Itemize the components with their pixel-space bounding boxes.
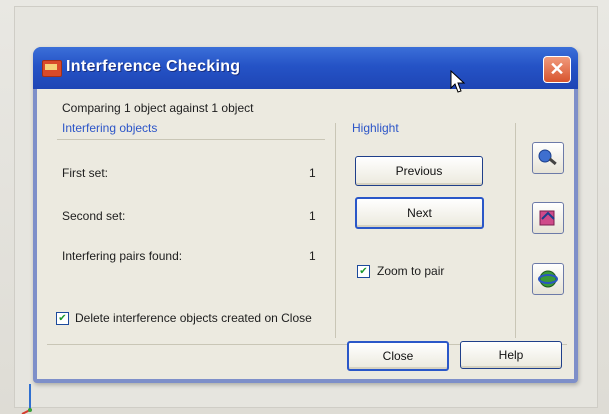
- vertical-divider-right: [515, 123, 516, 338]
- interfering-objects-group-label: Interfering objects: [62, 121, 158, 135]
- group-divider: [57, 139, 325, 140]
- zoom-realtime-button[interactable]: [532, 142, 564, 174]
- comparison-summary: Comparing 1 object against 1 object: [62, 101, 254, 115]
- close-icon[interactable]: ✕: [543, 56, 571, 83]
- interference-checking-dialog: Interference Checking ✕ Comparing 1 obje…: [33, 47, 578, 383]
- zoom-to-pair-checkbox[interactable]: ✔: [357, 265, 370, 278]
- dialog-app-icon: [42, 60, 62, 77]
- next-button[interactable]: Next: [355, 197, 484, 229]
- interfering-pairs-value: 1: [309, 249, 316, 263]
- help-button[interactable]: Help: [460, 341, 562, 369]
- previous-button[interactable]: Previous: [355, 156, 483, 186]
- second-set-value: 1: [309, 209, 316, 223]
- first-set-value: 1: [309, 166, 316, 180]
- second-set-label: Second set:: [62, 209, 126, 223]
- pan-icon: [539, 210, 555, 226]
- dialog-titlebar[interactable]: Interference Checking ✕: [33, 47, 578, 89]
- mouse-cursor-icon: [450, 70, 466, 93]
- ucs-axis-icon: [21, 384, 32, 414]
- pan-button[interactable]: [532, 202, 564, 234]
- delete-interference-checkbox[interactable]: ✔: [56, 312, 69, 325]
- 3d-orbit-button[interactable]: [532, 263, 564, 295]
- close-button[interactable]: Close: [347, 341, 449, 371]
- highlight-group-label: Highlight: [352, 121, 399, 135]
- vertical-divider: [335, 123, 336, 338]
- 3d-orbit-icon: [538, 270, 558, 288]
- first-set-label: First set:: [62, 166, 109, 180]
- zoom-to-pair-label: Zoom to pair: [377, 264, 445, 278]
- zoom-realtime-icon: [538, 149, 557, 166]
- interfering-pairs-label: Interfering pairs found:: [62, 249, 183, 263]
- delete-interference-label: Delete interference objects created on C…: [75, 311, 312, 325]
- dialog-body: Comparing 1 object against 1 object Inte…: [37, 89, 574, 379]
- dialog-title: Interference Checking: [66, 58, 241, 75]
